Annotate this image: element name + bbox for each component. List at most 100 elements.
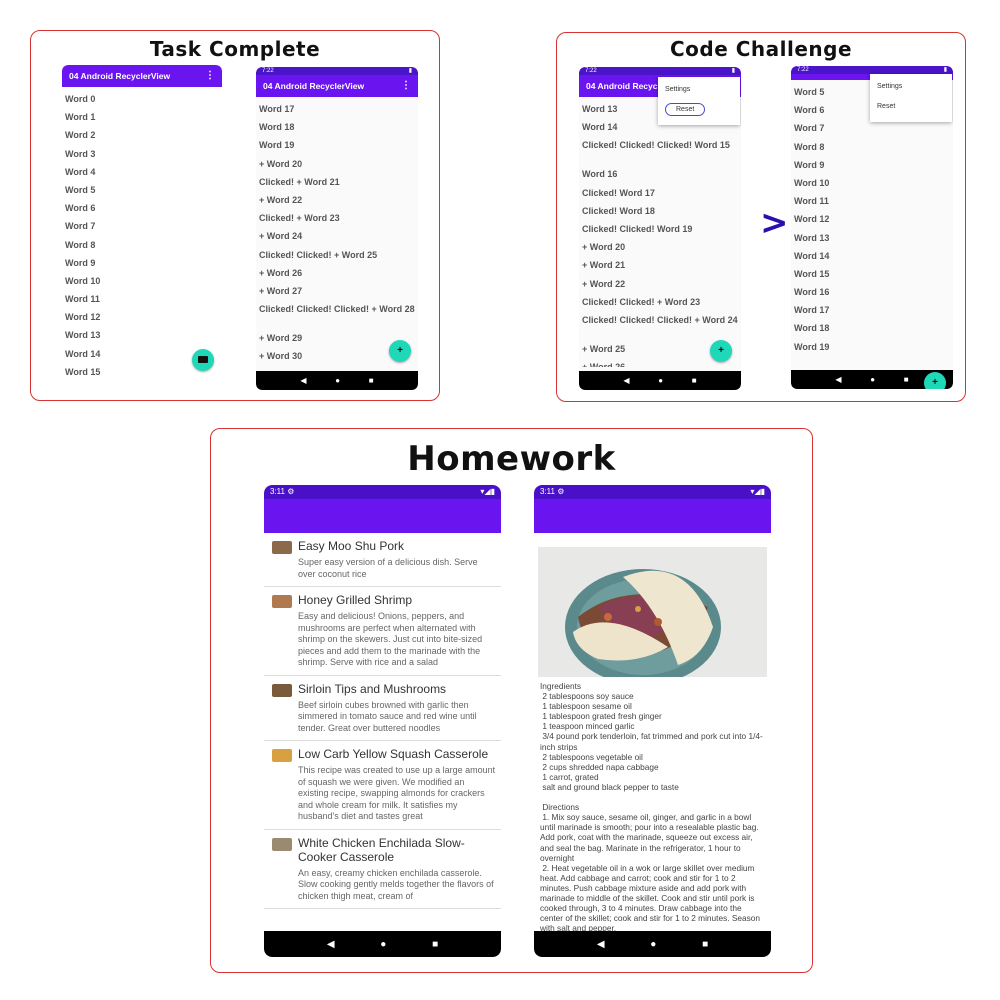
list-item[interactable]: Word 3 bbox=[65, 146, 219, 164]
list-item[interactable]: Word 18 bbox=[259, 119, 415, 137]
list-item[interactable]: Word 7 bbox=[794, 120, 950, 138]
battery-icon: ▮ bbox=[943, 67, 947, 73]
home-icon[interactable]: ● bbox=[380, 939, 386, 950]
word-list[interactable]: Word 17 Word 18 Word 19 + Word 20 Clicked! +… bbox=[256, 97, 418, 367]
email-fab-button[interactable] bbox=[192, 349, 214, 371]
list-item[interactable]: + Word 24 bbox=[259, 228, 415, 246]
recipe-row[interactable]: Easy Moo Shu Pork Super easy version of a… bbox=[264, 533, 501, 587]
home-icon[interactable]: ● bbox=[658, 376, 663, 385]
list-item[interactable]: Word 5 bbox=[65, 182, 219, 200]
code-challenge-panel: Code Challenge 7:22 ▮ 04 Android Recycle… bbox=[556, 32, 966, 402]
list-item[interactable]: Clicked! Word 17 bbox=[582, 185, 738, 203]
list-item[interactable]: Word 13 bbox=[794, 230, 950, 248]
recents-icon[interactable]: ■ bbox=[692, 376, 697, 385]
list-item[interactable]: Clicked! Word 18 bbox=[582, 203, 738, 221]
recipe-row[interactable]: White Chicken Enchilada Slow-Cooker Cass… bbox=[264, 830, 501, 909]
menu-item-settings[interactable]: Settings bbox=[870, 78, 952, 98]
list-item[interactable]: Clicked! Clicked! + Word 23 bbox=[582, 294, 738, 312]
menu-item-reset[interactable]: Reset bbox=[658, 101, 740, 121]
recipe-row[interactable]: Honey Grilled Shrimp Easy and delicious! … bbox=[264, 587, 501, 676]
recipe-title: White Chicken Enchilada Slow-Cooker Cass… bbox=[298, 835, 465, 864]
list-item[interactable]: Word 8 bbox=[794, 139, 950, 157]
list-item[interactable]: + Word 20 bbox=[259, 156, 415, 174]
list-item[interactable]: Word 15 bbox=[794, 266, 950, 284]
list-item[interactable]: Word 13 bbox=[65, 327, 219, 345]
list-item[interactable]: + Word 27 bbox=[259, 283, 415, 301]
list-item[interactable]: Word 16 bbox=[582, 166, 738, 184]
list-item[interactable]: Word 12 bbox=[65, 309, 219, 327]
list-item[interactable]: Word 11 bbox=[794, 193, 950, 211]
list-item[interactable]: Word 18 bbox=[794, 320, 950, 338]
recipe-title: Sirloin Tips and Mushrooms bbox=[298, 681, 447, 696]
list-item[interactable]: Word 2 bbox=[65, 127, 219, 145]
list-item[interactable]: + Word 22 bbox=[259, 192, 415, 210]
list-item[interactable]: Clicked! Clicked! Clicked! Word 15 bbox=[582, 137, 738, 166]
list-item[interactable]: Word 12 bbox=[794, 211, 950, 229]
list-item[interactable]: Clicked! Clicked! Clicked! + Word 24 bbox=[582, 312, 738, 341]
add-fab-button[interactable]: + bbox=[710, 340, 732, 362]
list-item[interactable]: + Word 21 bbox=[582, 257, 738, 275]
list-item[interactable]: Clicked! + Word 21 bbox=[259, 174, 415, 192]
status-bar: 3:11 ⚙ ▾◢▮ bbox=[534, 485, 771, 499]
recents-icon[interactable]: ■ bbox=[702, 939, 708, 950]
word-list[interactable]: Word 0 Word 1 Word 2 Word 3 Word 4 Word 5 Word… bbox=[62, 87, 222, 379]
app-bar-title: 04 Android Recycle bbox=[586, 81, 665, 91]
menu-item-reset[interactable]: Reset bbox=[870, 98, 952, 118]
recipe-thumbnail bbox=[272, 837, 292, 851]
menu-item-settings[interactable]: Settings bbox=[658, 81, 740, 101]
app-bar bbox=[534, 499, 771, 533]
list-item[interactable]: Word 8 bbox=[65, 237, 219, 255]
back-icon[interactable]: ◀ bbox=[623, 376, 629, 385]
back-icon[interactable]: ◀ bbox=[835, 375, 841, 384]
challenge-phone-1: 7:22 ▮ 04 Android Recycle Word 13 Word 14… bbox=[579, 67, 741, 390]
overflow-menu-icon[interactable]: ⋮ bbox=[205, 71, 215, 81]
recipe-list[interactable]: Easy Moo Shu Pork Super easy version of a… bbox=[264, 533, 501, 928]
recipe-title: Low Carb Yellow Squash Casserole bbox=[298, 747, 489, 761]
signal-battery-icon: ▾◢▮ bbox=[750, 487, 765, 496]
list-item[interactable]: Word 6 bbox=[65, 200, 219, 218]
list-item[interactable]: Word 19 bbox=[794, 339, 950, 350]
list-item[interactable]: Clicked! Clicked! Clicked! + Word 28 bbox=[259, 301, 415, 330]
home-icon[interactable]: ● bbox=[650, 939, 656, 950]
list-item[interactable]: + Word 20 bbox=[582, 239, 738, 257]
list-item[interactable]: Word 19 bbox=[259, 137, 415, 155]
list-item[interactable]: Word 7 bbox=[65, 218, 219, 236]
recipe-row[interactable]: Low Carb Yellow Squash Casserole This rec… bbox=[264, 741, 501, 830]
list-item[interactable]: Word 17 bbox=[794, 302, 950, 320]
list-item[interactable]: Clicked! Clicked! Word 19 bbox=[582, 221, 738, 239]
back-icon[interactable]: ◀ bbox=[327, 939, 335, 950]
challenge-phone-2: 7:22 ▮ 04 Android Recycle Word 5Word 6Wo… bbox=[791, 66, 953, 389]
recipe-description: Super easy version of a delicious dish. … bbox=[298, 557, 478, 579]
list-item[interactable]: Word 4 bbox=[65, 164, 219, 182]
recents-icon[interactable]: ■ bbox=[432, 939, 438, 950]
recents-icon[interactable]: ■ bbox=[369, 376, 374, 385]
list-item[interactable]: Clicked! + Word 23 bbox=[259, 210, 415, 228]
list-item[interactable]: Word 14 bbox=[794, 248, 950, 266]
list-item[interactable]: Word 11 bbox=[65, 291, 219, 309]
word-list[interactable]: Word 13 Word 14 Clicked! Clicked! Clicked!… bbox=[579, 97, 741, 367]
list-item[interactable]: Word 9 bbox=[794, 157, 950, 175]
recipe-row[interactable]: Sirloin Tips and Mushrooms Beef sirloin c… bbox=[264, 676, 501, 741]
recents-icon[interactable]: ■ bbox=[904, 375, 909, 384]
home-icon[interactable]: ● bbox=[870, 375, 875, 384]
list-item[interactable]: + Word 26 bbox=[259, 265, 415, 283]
add-fab-button[interactable]: + bbox=[924, 372, 946, 389]
list-item[interactable]: Word 10 bbox=[65, 273, 219, 291]
list-item[interactable]: Word 17 bbox=[259, 101, 415, 119]
homework-panel: Homework 3:11 ⚙ ▾◢▮ Easy Moo Shu Pork Sup… bbox=[210, 428, 813, 973]
nav-bar: ◀ ● ■ bbox=[579, 371, 741, 390]
recipe-description: An easy, creamy chicken enchilada casser… bbox=[298, 867, 494, 901]
add-fab-button[interactable]: + bbox=[389, 340, 411, 362]
list-item[interactable]: Clicked! Clicked! + Word 25 bbox=[259, 247, 415, 265]
back-icon[interactable]: ◀ bbox=[300, 376, 306, 385]
list-item[interactable]: Word 10 bbox=[794, 175, 950, 193]
list-item[interactable]: + Word 22 bbox=[582, 276, 738, 294]
overflow-menu-icon[interactable]: ⋮ bbox=[401, 81, 411, 91]
arrow-label: > bbox=[760, 203, 789, 243]
back-icon[interactable]: ◀ bbox=[597, 939, 605, 950]
list-item[interactable]: Word 9 bbox=[65, 255, 219, 273]
list-item[interactable]: Word 16 bbox=[794, 284, 950, 302]
list-item[interactable]: Word 0 bbox=[65, 91, 219, 109]
home-icon[interactable]: ● bbox=[335, 376, 340, 385]
list-item[interactable]: Word 1 bbox=[65, 109, 219, 127]
